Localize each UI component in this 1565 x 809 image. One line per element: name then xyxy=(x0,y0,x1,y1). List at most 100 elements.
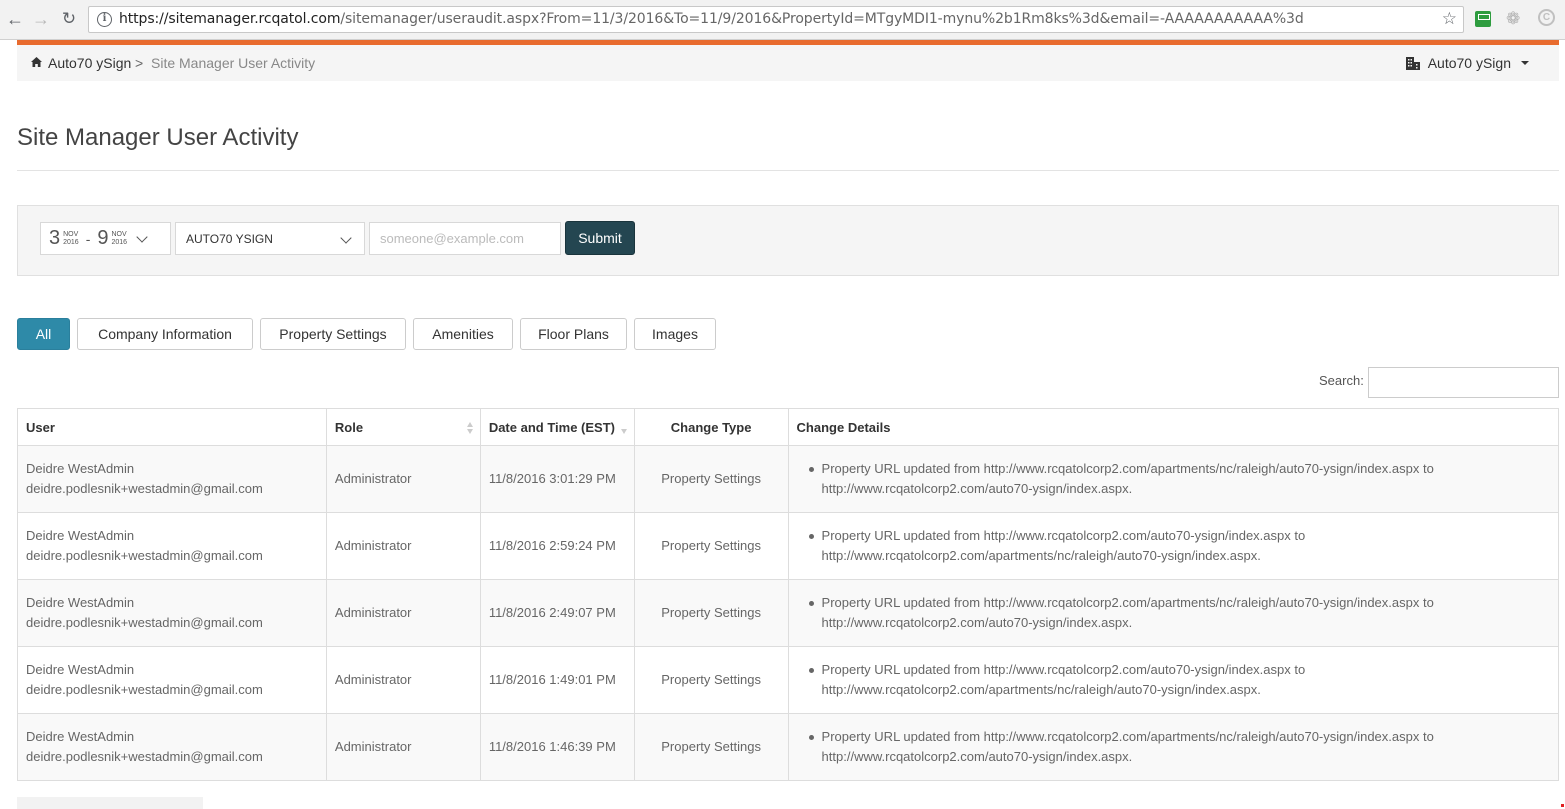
property-select-value: AUTO70 YSIGN xyxy=(186,232,273,246)
property-select[interactable]: AUTO70 YSIGN xyxy=(175,222,365,255)
date-from-month: NOV xyxy=(63,230,79,238)
change-detail-item: Property URL updated from http://www.rcq… xyxy=(797,593,1550,633)
datetime-cell: 11/8/2016 1:49:01 PM xyxy=(479,646,635,714)
page-title: Site Manager User Activity xyxy=(17,124,299,151)
header-label: Change Details xyxy=(796,419,891,435)
role-cell: Administrator xyxy=(325,713,481,781)
tab-amenities[interactable]: Amenities xyxy=(413,318,513,350)
change-type-cell: Property Settings xyxy=(633,713,789,781)
change-type-cell: Property Settings xyxy=(633,646,789,714)
tab-images[interactable]: Images xyxy=(634,318,716,350)
reload-icon[interactable]: ↻ xyxy=(58,8,80,30)
date-to-year: 2016 xyxy=(111,238,128,246)
bookmark-star-icon[interactable]: ☆ xyxy=(1442,9,1457,29)
user-name: Deidre WestAdmin xyxy=(26,461,135,476)
url-text[interactable]: https://sitemanager.rcqatol.com/sitemana… xyxy=(119,11,1304,27)
date-to-day: 9 xyxy=(97,227,109,249)
header-label: Date and Time (EST) xyxy=(488,419,615,435)
chevron-down-icon xyxy=(340,232,352,244)
search-input[interactable] xyxy=(1368,367,1559,398)
title-divider xyxy=(17,170,1559,171)
forward-arrow-icon[interactable]: → xyxy=(30,8,52,30)
column-header-user[interactable]: User xyxy=(17,408,327,446)
column-header-datetime[interactable]: Date and Time (EST) xyxy=(479,408,635,446)
change-details-cell: Property URL updated from http://www.rcq… xyxy=(787,646,1560,714)
table-row: Deidre WestAdmin deidre.podlesnik+westadm… xyxy=(17,713,1560,781)
property-switcher[interactable]: Auto70 ySign xyxy=(1405,55,1529,71)
browser-toolbar: ← → ↻ i https://sitemanager.rcqatol.com/… xyxy=(0,0,1565,40)
building-icon xyxy=(1405,56,1420,70)
user-activity-table: User Role Date and Time (EST) Change Typ… xyxy=(17,408,1560,781)
table-header-row: User Role Date and Time (EST) Change Typ… xyxy=(17,408,1560,446)
datetime-cell: 11/8/2016 2:59:24 PM xyxy=(479,512,635,580)
role-cell: Administrator xyxy=(325,646,481,714)
address-bar[interactable]: i https://sitemanager.rcqatol.com/sitema… xyxy=(88,6,1464,33)
change-detail-item: Property URL updated from http://www.rcq… xyxy=(797,526,1550,566)
datetime-cell: 11/8/2016 1:46:39 PM xyxy=(479,713,635,781)
table-row: Deidre WestAdmin deidre.podlesnik+westadm… xyxy=(17,445,1560,513)
datetime-cell: 11/8/2016 2:49:07 PM xyxy=(479,579,635,647)
user-email: deidre.podlesnik+westadmin@gmail.com xyxy=(26,682,263,697)
breadcrumb-separator: > xyxy=(135,55,144,71)
email-input[interactable] xyxy=(369,222,561,255)
date-separator: - xyxy=(85,230,91,247)
caret-down-icon xyxy=(1521,61,1529,65)
user-email: deidre.podlesnik+westadmin@gmail.com xyxy=(26,615,263,630)
back-arrow-icon[interactable]: ← xyxy=(4,8,26,30)
role-cell: Administrator xyxy=(325,579,481,647)
column-header-change-details[interactable]: Change Details xyxy=(787,408,1560,446)
indicator-dot xyxy=(1561,804,1564,807)
extension-green-icon[interactable] xyxy=(1475,11,1491,27)
change-type-cell: Property Settings xyxy=(633,579,789,647)
role-cell: Administrator xyxy=(325,512,481,580)
search-label: Search: xyxy=(1319,373,1364,388)
change-details-cell: Property URL updated from http://www.rcq… xyxy=(787,445,1560,513)
chevron-down-icon xyxy=(136,230,148,243)
date-from-day: 3 xyxy=(49,227,61,249)
header-label: Change Type xyxy=(670,419,752,435)
column-header-role[interactable]: Role xyxy=(325,408,481,446)
user-email: deidre.podlesnik+westadmin@gmail.com xyxy=(26,481,263,496)
extension-c-icon[interactable]: C xyxy=(1538,9,1555,26)
extension-gear-icon[interactable]: ❁ xyxy=(1506,9,1520,29)
user-name: Deidre WestAdmin xyxy=(26,662,135,677)
change-details-cell: Property URL updated from http://www.rcq… xyxy=(787,512,1560,580)
header-label: Role xyxy=(334,419,364,435)
change-detail-item: Property URL updated from http://www.rcq… xyxy=(797,660,1550,700)
user-cell: Deidre WestAdmin deidre.podlesnik+westadm… xyxy=(17,512,327,580)
tab-property-settings[interactable]: Property Settings xyxy=(260,318,406,350)
tab-all[interactable]: All xyxy=(17,318,70,350)
header-label: User xyxy=(26,419,55,435)
change-detail-item: Property URL updated from http://www.rcq… xyxy=(797,727,1550,767)
change-type-cell: Property Settings xyxy=(633,445,789,513)
table-row: Deidre WestAdmin deidre.podlesnik+westadm… xyxy=(17,646,1560,714)
user-email: deidre.podlesnik+westadmin@gmail.com xyxy=(26,548,263,563)
user-name: Deidre WestAdmin xyxy=(26,729,135,744)
tab-company-information[interactable]: Company Information xyxy=(77,318,253,350)
breadcrumb-home-link[interactable]: Auto70 ySign xyxy=(48,55,131,71)
url-path: /sitemanager/useraudit.aspx?From=11/3/20… xyxy=(340,11,1304,27)
date-from-year: 2016 xyxy=(63,238,79,246)
pagination-info xyxy=(17,797,203,809)
breadcrumb-current: Site Manager User Activity xyxy=(151,55,316,71)
url-host: https://sitemanager.rcqatol.com xyxy=(119,11,341,27)
home-icon[interactable] xyxy=(31,57,42,67)
user-cell: Deidre WestAdmin deidre.podlesnik+westadm… xyxy=(17,579,327,647)
role-cell: Administrator xyxy=(325,445,481,513)
sort-desc-icon xyxy=(620,422,628,434)
table-row: Deidre WestAdmin deidre.podlesnik+westadm… xyxy=(17,579,1560,647)
change-detail-item: Property URL updated from http://www.rcq… xyxy=(797,459,1550,499)
datetime-cell: 11/8/2016 3:01:29 PM xyxy=(479,445,635,513)
info-icon[interactable]: i xyxy=(97,12,112,27)
change-details-cell: Property URL updated from http://www.rcq… xyxy=(787,713,1560,781)
date-to-month: NOV xyxy=(111,230,127,238)
date-range-picker[interactable]: 3 NOV 2016 - 9 NOV 2016 xyxy=(40,222,171,255)
tab-floor-plans[interactable]: Floor Plans xyxy=(520,318,627,350)
submit-button[interactable]: Submit xyxy=(565,221,635,255)
column-header-change-type[interactable]: Change Type xyxy=(633,408,789,446)
user-cell: Deidre WestAdmin deidre.podlesnik+westadm… xyxy=(17,445,327,513)
user-name: Deidre WestAdmin xyxy=(26,595,135,610)
user-email: deidre.podlesnik+westadmin@gmail.com xyxy=(26,749,263,764)
user-cell: Deidre WestAdmin deidre.podlesnik+westadm… xyxy=(17,646,327,714)
user-name: Deidre WestAdmin xyxy=(26,528,135,543)
